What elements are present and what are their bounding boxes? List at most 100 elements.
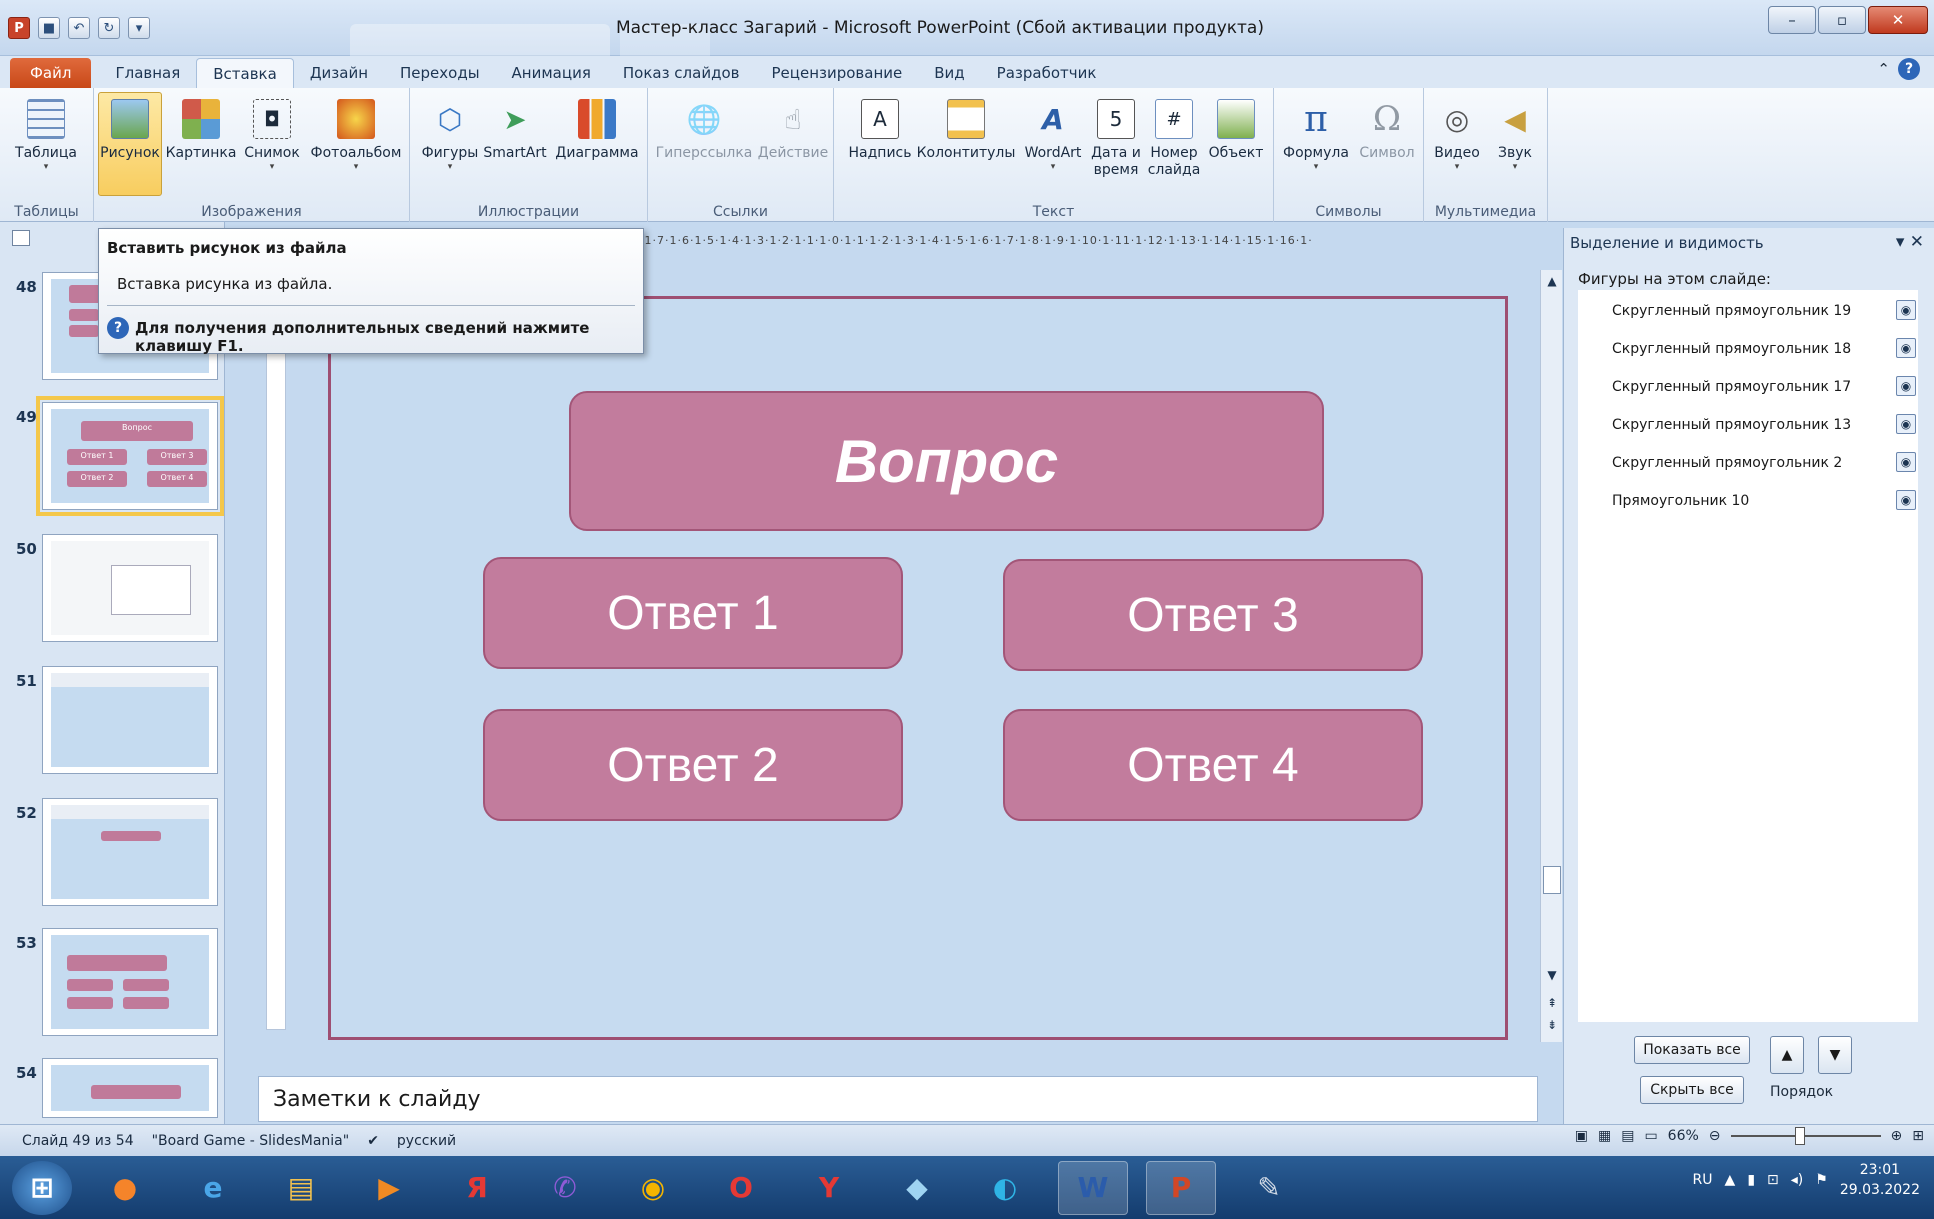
- normal-view-icon[interactable]: ▣: [1575, 1128, 1588, 1144]
- help-icon[interactable]: ?: [1898, 58, 1920, 80]
- start-button[interactable]: ⊞: [12, 1160, 72, 1215]
- theme-name[interactable]: "Board Game - SlidesMania": [152, 1133, 350, 1149]
- tab-review[interactable]: Рецензирование: [755, 58, 918, 88]
- slide-thumbnail[interactable]: [42, 1058, 218, 1118]
- collapse-ribbon-icon[interactable]: ⌃: [1877, 60, 1890, 78]
- clock[interactable]: 23:01 29.03.2022: [1840, 1160, 1920, 1200]
- signal-icon[interactable]: ▮: [1747, 1172, 1755, 1188]
- slide-number-button[interactable]: # Номер слайда: [1146, 92, 1202, 196]
- table-button[interactable]: Таблица ▾: [14, 92, 78, 196]
- maximize-button[interactable]: ▫: [1818, 6, 1866, 34]
- smartart-button[interactable]: ➤ SmartArt: [482, 92, 548, 196]
- firefox-icon[interactable]: ●: [90, 1161, 160, 1215]
- notes-app-icon[interactable]: ◆: [882, 1161, 952, 1215]
- list-item[interactable]: Скругленный прямоугольник 13: [1612, 412, 1922, 438]
- reading-view-icon[interactable]: ▤: [1621, 1128, 1634, 1144]
- slide-thumbnail-current[interactable]: Вопрос Ответ 1 Ответ 3 Ответ 2 Ответ 4: [36, 396, 224, 516]
- volume-icon[interactable]: ◂): [1791, 1172, 1804, 1188]
- slide-thumbnail[interactable]: [42, 798, 218, 906]
- opera-icon[interactable]: O: [706, 1161, 776, 1215]
- zoom-out-icon[interactable]: ⊖: [1709, 1128, 1721, 1144]
- media-player-icon[interactable]: ▶: [354, 1161, 424, 1215]
- redo-icon[interactable]: ↻: [98, 17, 120, 39]
- move-down-button[interactable]: ▼: [1818, 1036, 1852, 1074]
- tab-design[interactable]: Дизайн: [294, 58, 384, 88]
- answer-2-shape[interactable]: Ответ 2: [483, 709, 903, 821]
- customize-qat-icon[interactable]: ▾: [128, 17, 150, 39]
- powerpoint-icon[interactable]: P: [1146, 1160, 1216, 1215]
- zoom-level[interactable]: 66%: [1668, 1128, 1699, 1144]
- picture-button[interactable]: Рисунок: [98, 92, 162, 196]
- answer-1-shape[interactable]: Ответ 1: [483, 557, 903, 669]
- internet-explorer-icon[interactable]: e: [178, 1161, 248, 1215]
- tray-expand-icon[interactable]: ▲: [1725, 1172, 1736, 1188]
- chart-button[interactable]: Диаграмма: [552, 92, 642, 196]
- zoom-in-icon[interactable]: ⊕: [1891, 1128, 1903, 1144]
- photo-album-button[interactable]: Фотоальбом ▾: [308, 92, 404, 196]
- slide-sorter-icon[interactable]: ▦: [1598, 1128, 1611, 1144]
- network-icon[interactable]: ⊡: [1767, 1172, 1779, 1188]
- minimize-button[interactable]: –: [1768, 6, 1816, 34]
- yandex-icon[interactable]: Я: [442, 1161, 512, 1215]
- slide-thumbnail[interactable]: [42, 666, 218, 774]
- flag-icon[interactable]: ⚑: [1815, 1172, 1828, 1188]
- answer-4-shape[interactable]: Ответ 4: [1003, 709, 1423, 821]
- panel-toggle-icon[interactable]: [12, 230, 30, 246]
- list-item[interactable]: Скругленный прямоугольник 2: [1612, 450, 1922, 476]
- viber-icon[interactable]: ✆: [530, 1161, 600, 1215]
- scroll-up-icon[interactable]: ▲: [1541, 270, 1563, 292]
- move-up-button[interactable]: ▲: [1770, 1036, 1804, 1074]
- eye-icon[interactable]: ◉: [1896, 452, 1916, 472]
- slide-canvas[interactable]: Вопрос Ответ 1 Ответ 3 Ответ 2 Ответ 4: [328, 296, 1508, 1040]
- zoom-slider-thumb[interactable]: [1794, 1127, 1805, 1145]
- list-item[interactable]: Скругленный прямоугольник 18: [1612, 336, 1922, 362]
- scroll-down-icon[interactable]: ▼: [1541, 964, 1563, 986]
- eye-icon[interactable]: ◉: [1896, 300, 1916, 320]
- spellcheck-icon[interactable]: ✔: [367, 1133, 379, 1149]
- fit-to-window-icon[interactable]: ⊞: [1912, 1128, 1924, 1144]
- tab-animations[interactable]: Анимация: [496, 58, 607, 88]
- chrome-icon[interactable]: ◉: [618, 1161, 688, 1215]
- action-button[interactable]: ☝ Действие: [758, 92, 828, 196]
- equation-button[interactable]: π Формула ▾: [1280, 92, 1352, 196]
- tab-file[interactable]: Файл: [10, 58, 92, 88]
- tab-home[interactable]: Главная: [99, 58, 196, 88]
- network-tool-icon[interactable]: ✎: [1234, 1161, 1304, 1215]
- video-button[interactable]: ◎ Видео ▾: [1428, 92, 1486, 196]
- wordart-button[interactable]: A WordArt ▾: [1020, 92, 1086, 196]
- notes-field[interactable]: Заметки к слайду: [258, 1076, 1538, 1122]
- tab-transitions[interactable]: Переходы: [384, 58, 496, 88]
- symbol-button[interactable]: Ω Символ: [1356, 92, 1418, 196]
- list-item[interactable]: Прямоугольник 10: [1612, 488, 1922, 514]
- tab-insert[interactable]: Вставка: [196, 58, 294, 88]
- language-indicator[interactable]: русский: [397, 1133, 456, 1149]
- undo-icon[interactable]: ↶: [68, 17, 90, 39]
- textbox-button[interactable]: A Надпись: [848, 92, 912, 196]
- tab-developer[interactable]: Разработчик: [981, 58, 1113, 88]
- question-shape[interactable]: Вопрос: [569, 391, 1324, 531]
- tab-slideshow[interactable]: Показ слайдов: [607, 58, 756, 88]
- zoom-slider[interactable]: [1730, 1127, 1881, 1145]
- slide-scrollbar[interactable]: ▲ ▼ ⇞ ⇟: [1540, 270, 1562, 1042]
- input-language[interactable]: RU: [1693, 1172, 1713, 1188]
- tab-view[interactable]: Вид: [918, 58, 980, 88]
- word-icon[interactable]: W: [1058, 1160, 1128, 1215]
- eye-icon[interactable]: ◉: [1896, 338, 1916, 358]
- audio-button[interactable]: ◀ Звук ▾: [1486, 92, 1544, 196]
- shapes-button[interactable]: ⬡ Фигуры ▾: [420, 92, 480, 196]
- scroll-thumb[interactable]: [1543, 866, 1561, 894]
- screenshot-button[interactable]: ◘ Снимок ▾: [240, 92, 304, 196]
- file-explorer-icon[interactable]: ▤: [266, 1161, 336, 1215]
- slideshow-icon[interactable]: ▭: [1644, 1128, 1657, 1144]
- next-slide-icon[interactable]: ⇟: [1541, 1014, 1563, 1036]
- save-icon[interactable]: ■: [38, 17, 60, 39]
- powerpoint-app-icon[interactable]: P: [8, 17, 30, 39]
- eye-icon[interactable]: ◉: [1896, 376, 1916, 396]
- clipart-button[interactable]: Картинка: [166, 92, 236, 196]
- close-icon[interactable]: ▾ ✕: [1896, 232, 1924, 252]
- show-all-button[interactable]: Показать все: [1634, 1036, 1750, 1064]
- previous-slide-icon[interactable]: ⇞: [1541, 992, 1563, 1014]
- eye-icon[interactable]: ◉: [1896, 490, 1916, 510]
- list-item[interactable]: Скругленный прямоугольник 17: [1612, 374, 1922, 400]
- close-button[interactable]: ✕: [1868, 6, 1928, 34]
